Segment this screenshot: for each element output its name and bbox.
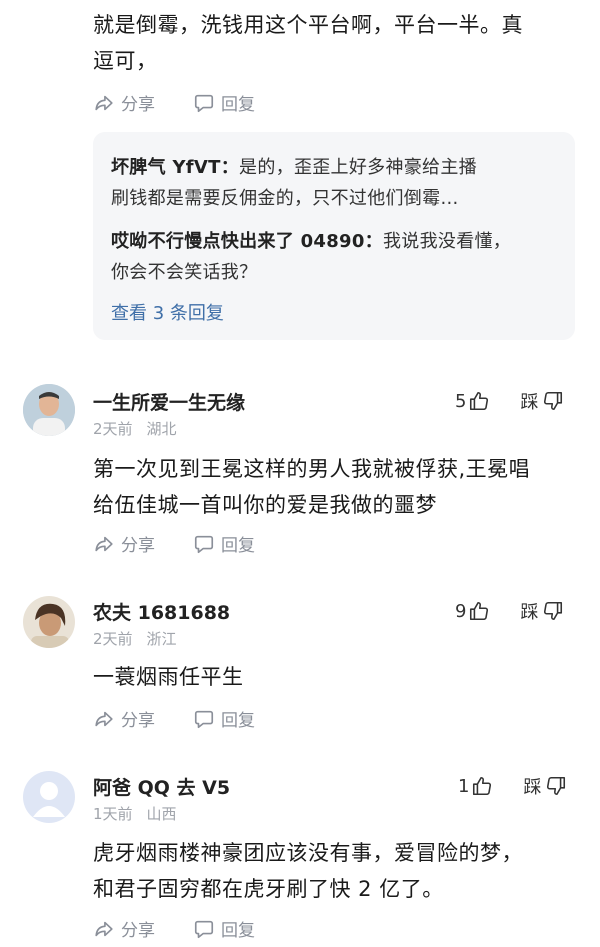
share-icon xyxy=(95,921,113,936)
reply-icon xyxy=(194,920,214,938)
thumb-up-icon[interactable] xyxy=(468,600,490,622)
share-label: 分享 xyxy=(121,95,155,115)
comment-meta: 2天前 浙江 xyxy=(93,628,177,649)
username[interactable]: 阿爸 QQ 去 V5 xyxy=(93,773,230,800)
username[interactable]: 一生所爱一生无缘 xyxy=(93,388,245,415)
reply-item[interactable]: 坏脾气 YfVT：是的，歪歪上好多神豪给主播 xyxy=(111,152,477,183)
comment-time: 1天前 xyxy=(93,805,133,823)
comment-actions: 分享 回复 xyxy=(93,916,293,941)
like-count: 1 xyxy=(458,775,470,797)
comment-actions: 分享 回复 xyxy=(93,90,293,115)
reply-label: 回复 xyxy=(221,95,255,115)
reply-button[interactable]: 回复 xyxy=(193,531,255,556)
comment-time: 2天前 xyxy=(93,630,133,648)
comment-text-line: 就是倒霉，洗钱用这个平台啊，平台一半。真 xyxy=(93,13,523,37)
reply-label: 回复 xyxy=(221,711,255,731)
reply-author[interactable]: 哎呦不行慢点快出来了 04890： xyxy=(111,231,383,252)
share-icon xyxy=(95,95,113,110)
thumb-down-icon[interactable] xyxy=(542,600,564,622)
share-icon xyxy=(95,536,113,551)
reply-icon xyxy=(194,710,214,728)
reply-icon xyxy=(194,535,214,553)
avatar[interactable] xyxy=(23,596,75,648)
dislike-label[interactable]: 踩 xyxy=(520,388,538,414)
comment-text-line: 虎牙烟雨楼神豪团应该没有事，爱冒险的梦， xyxy=(93,841,523,865)
reply-text: 是的，歪歪上好多神豪给主播 xyxy=(239,157,477,178)
share-button[interactable]: 分享 xyxy=(93,531,155,556)
reply-text: 你会不会笑话我？ xyxy=(111,262,258,283)
reply-label: 回复 xyxy=(221,536,255,556)
comment-location: 山西 xyxy=(146,805,177,823)
comment-text-line: 第一次见到王冕这样的男人我就被俘获,王冕唱 xyxy=(93,457,531,481)
comment-text-line: 逗可， xyxy=(93,49,158,73)
like-count: 5 xyxy=(455,390,467,412)
comment-location: 湖北 xyxy=(146,420,177,438)
vote-bar: 5 踩 xyxy=(455,388,564,414)
reply-label: 回复 xyxy=(221,921,255,941)
reply-icon xyxy=(194,94,214,112)
thumb-up-icon[interactable] xyxy=(468,390,490,412)
comment-text-line: 给伍佳城一首叫你的爱是我做的噩梦 xyxy=(93,493,437,517)
share-button[interactable]: 分享 xyxy=(93,916,155,941)
username[interactable]: 农夫 1681688 xyxy=(93,598,230,625)
comment-actions: 分享 回复 xyxy=(93,531,293,556)
reply-button[interactable]: 回复 xyxy=(193,706,255,731)
reply-button[interactable]: 回复 xyxy=(193,90,255,115)
share-label: 分享 xyxy=(121,711,155,731)
reply-button[interactable]: 回复 xyxy=(193,916,255,941)
comment-actions: 分享 回复 xyxy=(93,706,293,731)
comment-text-line: 一蓑烟雨任平生 xyxy=(93,665,244,689)
comment-time: 2天前 xyxy=(93,420,133,438)
reply-author[interactable]: 坏脾气 YfVT： xyxy=(111,157,239,178)
comment-meta: 2天前 湖北 xyxy=(93,418,177,439)
dislike-label[interactable]: 踩 xyxy=(523,773,541,799)
reply-item[interactable]: 哎呦不行慢点快出来了 04890：我说我没看懂， xyxy=(111,226,511,257)
avatar[interactable] xyxy=(23,384,75,436)
reply-text: 刷钱都是需要反佣金的，只不过他们倒霉… xyxy=(111,188,459,209)
reply-text: 我说我没看懂， xyxy=(383,231,512,252)
comment-meta: 1天前 山西 xyxy=(93,803,177,824)
share-label: 分享 xyxy=(121,536,155,556)
thumb-down-icon[interactable] xyxy=(545,775,567,797)
vote-bar: 9 踩 xyxy=(455,598,564,624)
like-count: 9 xyxy=(455,600,467,622)
thumb-up-icon[interactable] xyxy=(471,775,493,797)
dislike-label[interactable]: 踩 xyxy=(520,598,538,624)
share-button[interactable]: 分享 xyxy=(93,706,155,731)
avatar[interactable] xyxy=(23,771,75,823)
share-icon xyxy=(95,711,113,726)
thumb-down-icon[interactable] xyxy=(542,390,564,412)
share-button[interactable]: 分享 xyxy=(93,90,155,115)
vote-bar: 1 踩 xyxy=(458,773,567,799)
replies-box: 坏脾气 YfVT：是的，歪歪上好多神豪给主播 刷钱都是需要反佣金的，只不过他们倒… xyxy=(93,132,575,340)
comment-text-line: 和君子固穷都在虎牙刷了快 2 亿了。 xyxy=(93,877,444,901)
comment-location: 浙江 xyxy=(146,630,177,648)
share-label: 分享 xyxy=(121,921,155,941)
view-more-replies-link[interactable]: 查看 3 条回复 xyxy=(111,299,224,325)
